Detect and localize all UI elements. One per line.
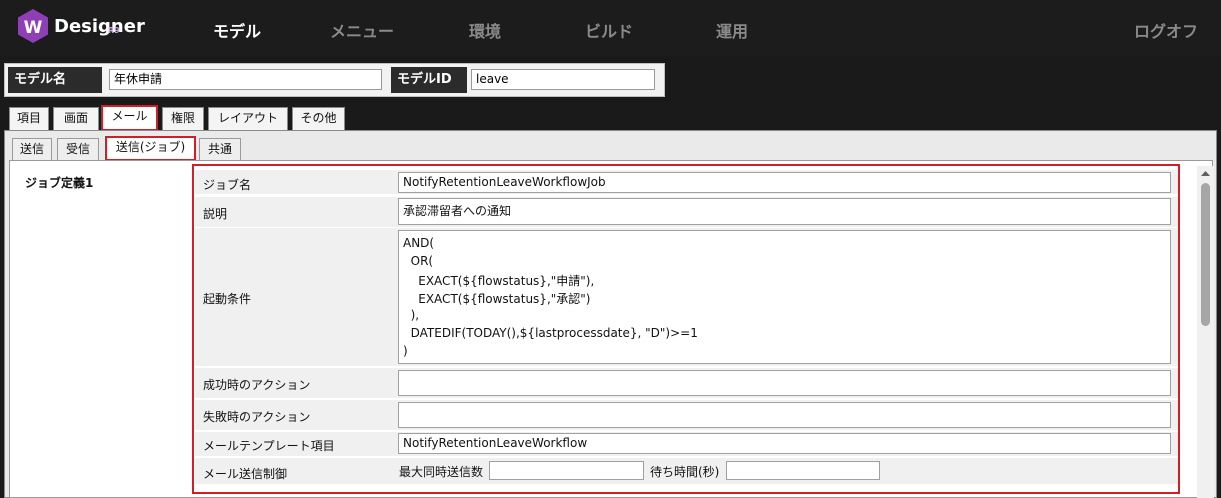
tab-permission[interactable]: 権限 [162, 107, 204, 130]
subtab-send-job[interactable]: 送信(ジョブ) [105, 136, 196, 161]
condition-line: DATEDIF(TODAY(),${lastprocessdate}, "D")… [403, 326, 698, 340]
description-label: 説明 [203, 207, 228, 221]
condition-line: EXACT(${flowstatus},"申請"), [403, 274, 595, 288]
nav-environment[interactable]: 環境 [469, 18, 501, 42]
wait-time-label: 待ち時間(秒) [650, 465, 720, 479]
nav-build[interactable]: ビルド [585, 18, 633, 42]
model-name-label: モデル名 [8, 67, 102, 93]
model-header: モデル名 年休申請 モデルID leave [4, 63, 665, 97]
condition-line: AND( [403, 236, 435, 250]
mail-template-input[interactable]: NotifyRetentionLeaveWorkflow [398, 433, 1171, 454]
condition-label: 起動条件 [203, 292, 252, 306]
condition-line: EXACT(${flowstatus},"承認") [403, 292, 591, 306]
subtab-send[interactable]: 送信 [12, 138, 52, 160]
model-id-input[interactable]: leave [471, 69, 655, 90]
tab-fields[interactable]: 項目 [9, 107, 49, 130]
condition-line: ) [403, 344, 408, 358]
logout-link[interactable]: ログオフ [1134, 18, 1198, 42]
job-name-label: ジョブ名 [203, 178, 252, 192]
subtab-common[interactable]: 共通 [199, 138, 241, 160]
tab-mail[interactable]: メール [101, 105, 158, 131]
designer-logo[interactable]: W Designer [16, 6, 145, 46]
nav-menu[interactable]: メニュー [330, 18, 394, 42]
mail-template-label: メールテンプレート項目 [203, 439, 335, 453]
tab-other[interactable]: その他 [292, 107, 345, 130]
condition-line: OR( [403, 254, 434, 268]
svg-text:W: W [24, 18, 43, 38]
model-id-label: モデルID [391, 67, 467, 93]
failure-action-label: 失敗時のアクション [203, 410, 311, 424]
condition-line: ), [403, 308, 420, 322]
success-action-input[interactable] [398, 370, 1171, 396]
model-name-input[interactable]: 年休申請 [109, 69, 382, 90]
nav-model[interactable]: モデル [213, 18, 261, 42]
description-input[interactable]: 承認滞留者への通知 [398, 198, 1171, 225]
nav-operation[interactable]: 運用 [716, 18, 748, 42]
top-navigation-bar: W Designer R9 モデル メニュー 環境 ビルド 運用 ログオフ [0, 0, 1221, 56]
success-action-label: 成功時のアクション [203, 378, 311, 392]
subtab-receive[interactable]: 受信 [57, 138, 99, 160]
tab-screen[interactable]: 画面 [53, 107, 99, 130]
job-definition-title: ジョブ定義1 [25, 176, 94, 190]
wait-time-input[interactable] [726, 461, 880, 480]
scrollbar-thumb[interactable] [1201, 183, 1210, 326]
logo-w-icon: W [16, 8, 50, 44]
send-control-label: メール送信制御 [203, 467, 288, 481]
failure-action-input[interactable] [398, 402, 1171, 428]
tab-layout[interactable]: レイアウト [208, 107, 288, 130]
logo-text: Designer [54, 15, 145, 37]
scroll-up-arrow-icon[interactable] [1197, 166, 1214, 182]
max-concurrent-label: 最大同時送信数 [399, 465, 484, 479]
logo-version: R9 [108, 26, 120, 35]
max-concurrent-input[interactable] [489, 461, 644, 480]
job-name-input[interactable]: NotifyRetentionLeaveWorkflowJob [398, 172, 1171, 193]
